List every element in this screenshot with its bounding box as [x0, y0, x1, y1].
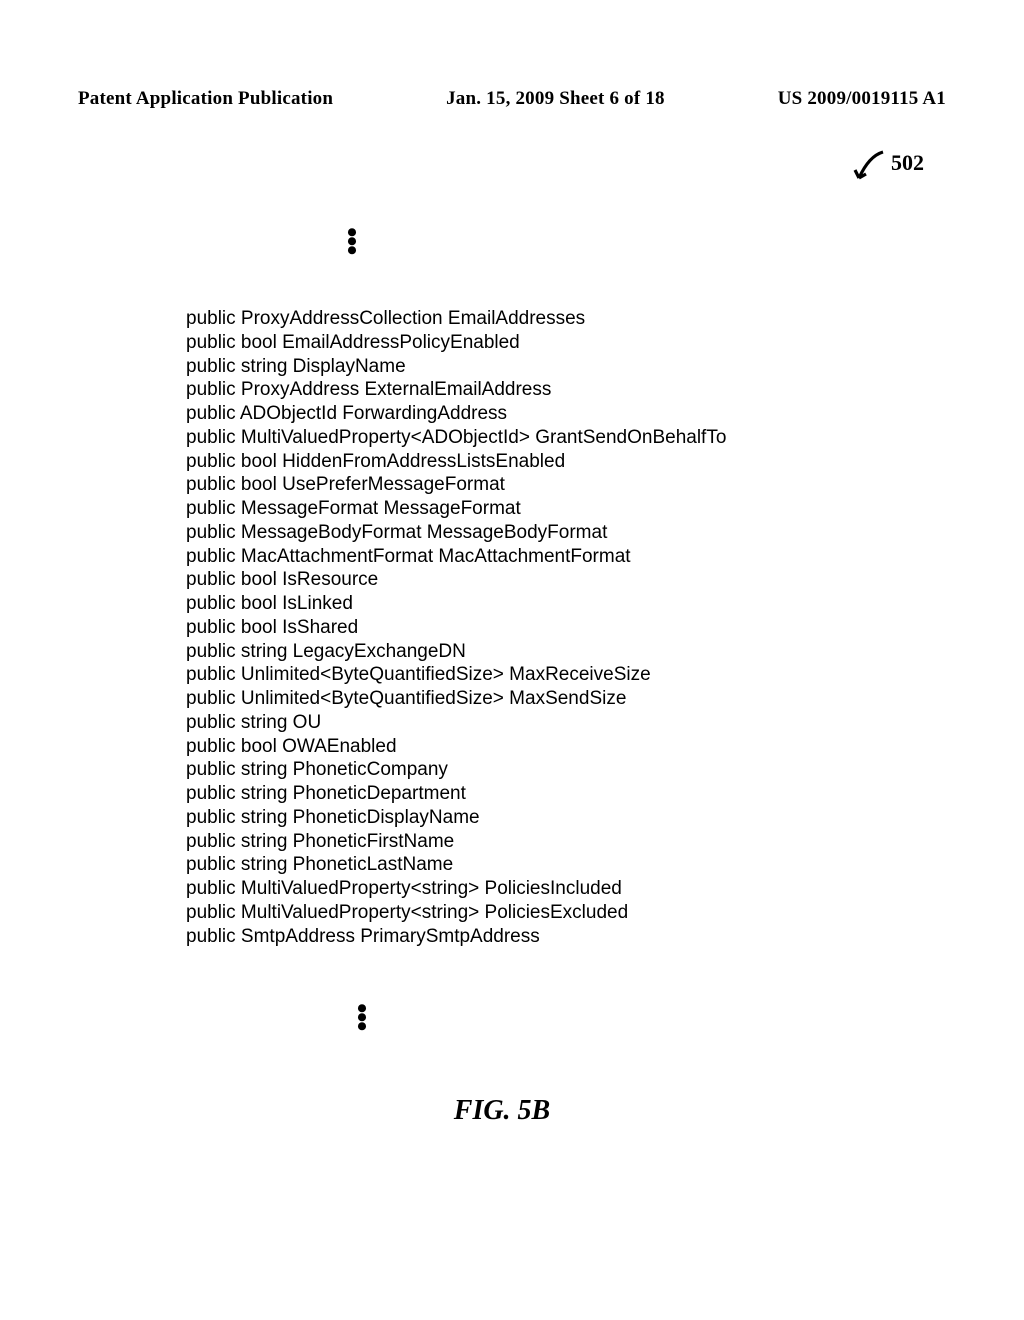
- reference-number-text: 502: [891, 150, 924, 176]
- patent-page: Patent Application Publication Jan. 15, …: [0, 0, 1024, 1320]
- header-center: Jan. 15, 2009 Sheet 6 of 18: [446, 88, 665, 110]
- header-left: Patent Application Publication: [78, 88, 333, 110]
- leader-arrow-icon: [853, 150, 885, 184]
- figure-caption: FIG. 5B: [68, 1095, 936, 1127]
- vertical-ellipsis-icon: •••: [0, 1004, 796, 1031]
- vertical-ellipsis-icon: •••: [0, 228, 786, 255]
- code-listing: public ProxyAddressCollection EmailAddre…: [186, 307, 946, 948]
- header-right: US 2009/0019115 A1: [778, 88, 946, 110]
- page-header: Patent Application Publication Jan. 15, …: [78, 88, 946, 110]
- figure-reference-number: 502: [853, 150, 924, 184]
